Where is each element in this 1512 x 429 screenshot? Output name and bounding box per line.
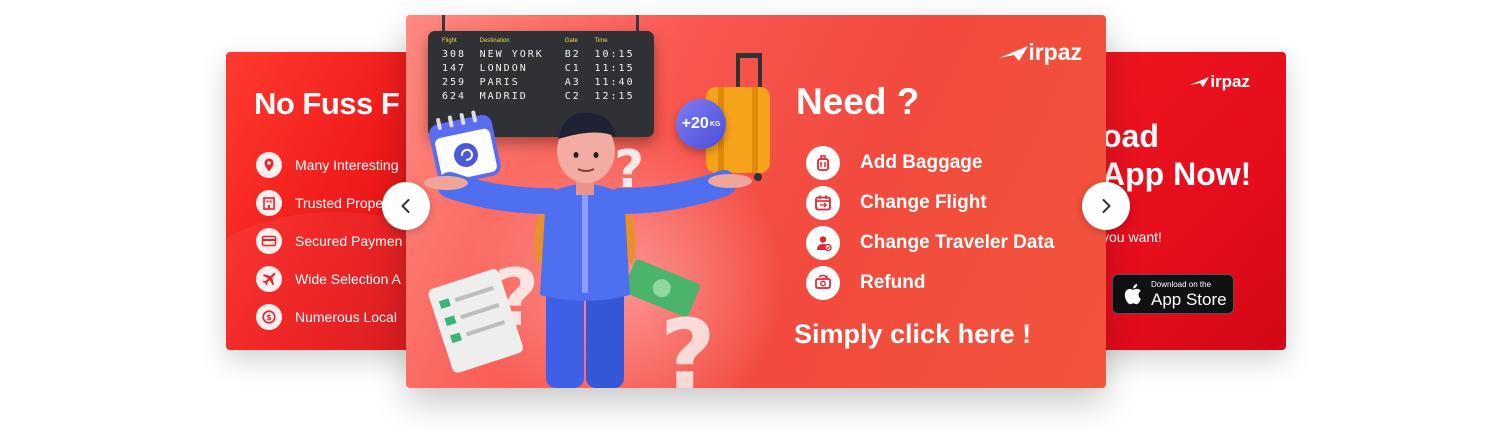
feature-text: Numerous Local	[295, 309, 397, 325]
airpaz-logo: irpaz	[1189, 72, 1250, 92]
baggage-icon	[806, 146, 840, 180]
chevron-right-icon	[1102, 199, 1111, 213]
download-subtitle-line2: you want!	[1102, 229, 1162, 245]
service-label: Add Baggage	[860, 152, 983, 173]
list-item: Secured Paymen	[256, 222, 402, 260]
service-label: Change Traveler Data	[860, 232, 1055, 253]
feature-text: Secured Paymen	[295, 233, 403, 249]
feature-list: Many Interesting Trusted Prope Secured P…	[256, 146, 402, 336]
service-item-change-traveler: Change Traveler Data	[806, 223, 1054, 263]
building-icon	[256, 190, 282, 216]
calendar-icon	[806, 186, 840, 220]
carousel-prev-button[interactable]	[382, 182, 430, 230]
service-label: Change Flight	[860, 192, 987, 213]
service-item-refund: Refund	[806, 263, 1054, 303]
promo-title: Need ?	[796, 81, 920, 122]
chevron-left-icon	[401, 199, 410, 213]
airpaz-logo: irpaz	[998, 39, 1082, 66]
service-item-change-flight: Change Flight	[806, 183, 1054, 223]
slide-headline: No Fuss F	[254, 86, 400, 121]
app-store-label: App Store	[1151, 289, 1227, 309]
app-store-small-text: Download on the	[1151, 279, 1212, 289]
service-list: Add Baggage Change Flight Change Travele…	[806, 143, 1054, 303]
traveler-icon	[806, 226, 840, 260]
feature-text: Many Interesting	[295, 157, 399, 173]
refund-icon	[806, 266, 840, 300]
cta-text[interactable]: Simply click here !	[794, 319, 1031, 350]
download-title-line1: oad	[1102, 118, 1159, 154]
extra-baggage-badge: +20 KG	[676, 99, 726, 149]
list-item: Trusted Prope	[256, 184, 402, 222]
slide-need-services[interactable]: Flight Destination Gate Time 308 NEW YOR…	[406, 15, 1106, 388]
service-label: Refund	[860, 272, 926, 293]
airplane-logo-icon	[1190, 77, 1210, 87]
service-item-add-baggage: Add Baggage	[806, 143, 1054, 183]
app-store-badge[interactable]: Download on the App Store	[1112, 274, 1234, 314]
carousel-next-button[interactable]	[1082, 182, 1130, 230]
coins-icon: $	[256, 304, 282, 330]
map-pin-icon	[256, 152, 282, 178]
airplane-logo-icon	[999, 45, 1029, 61]
list-item: Many Interesting	[256, 146, 402, 184]
traveler-illustration: ? ? ?	[424, 53, 770, 388]
calendar-icon	[429, 110, 501, 186]
feature-text: Trusted Prope	[295, 195, 384, 211]
apple-icon	[1124, 284, 1141, 305]
credit-card-icon	[256, 228, 282, 254]
download-title-line2: App Now!	[1102, 156, 1252, 192]
list-item: Wide Selection A	[256, 260, 402, 298]
svg-text:$: $	[266, 313, 272, 322]
list-item: $ Numerous Local	[256, 298, 402, 336]
promo-carousel: No Fuss F Many Interesting Trusted Prope…	[0, 0, 1512, 429]
feature-text: Wide Selection A	[295, 271, 401, 287]
airplane-icon	[256, 266, 282, 292]
